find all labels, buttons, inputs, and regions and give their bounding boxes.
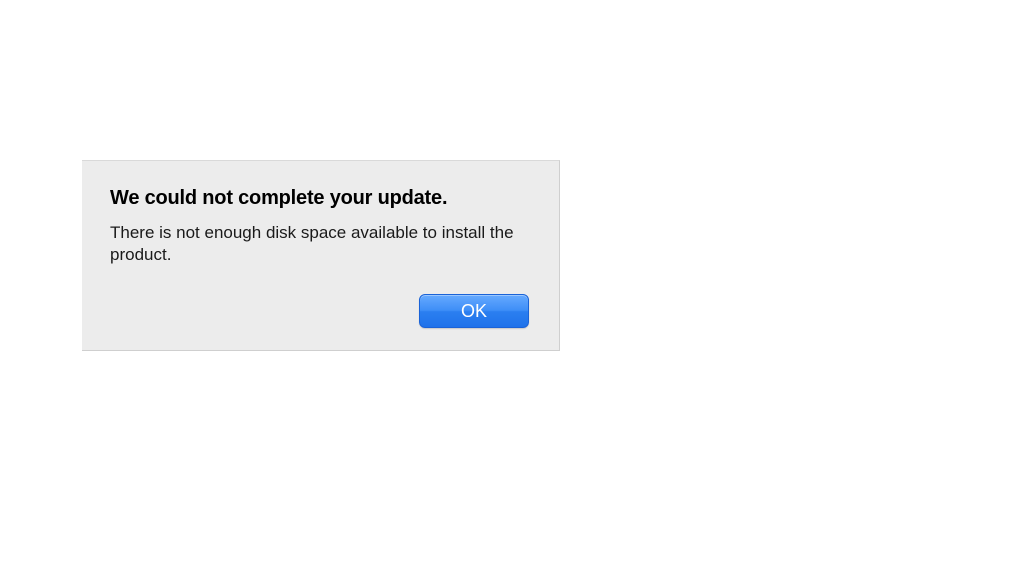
ok-button[interactable]: OK bbox=[419, 294, 529, 328]
dialog-message: There is not enough disk space available… bbox=[110, 222, 530, 266]
dialog-button-row: OK bbox=[110, 294, 531, 328]
dialog-title: We could not complete your update. bbox=[110, 187, 531, 210]
error-dialog: We could not complete your update. There… bbox=[82, 160, 560, 351]
